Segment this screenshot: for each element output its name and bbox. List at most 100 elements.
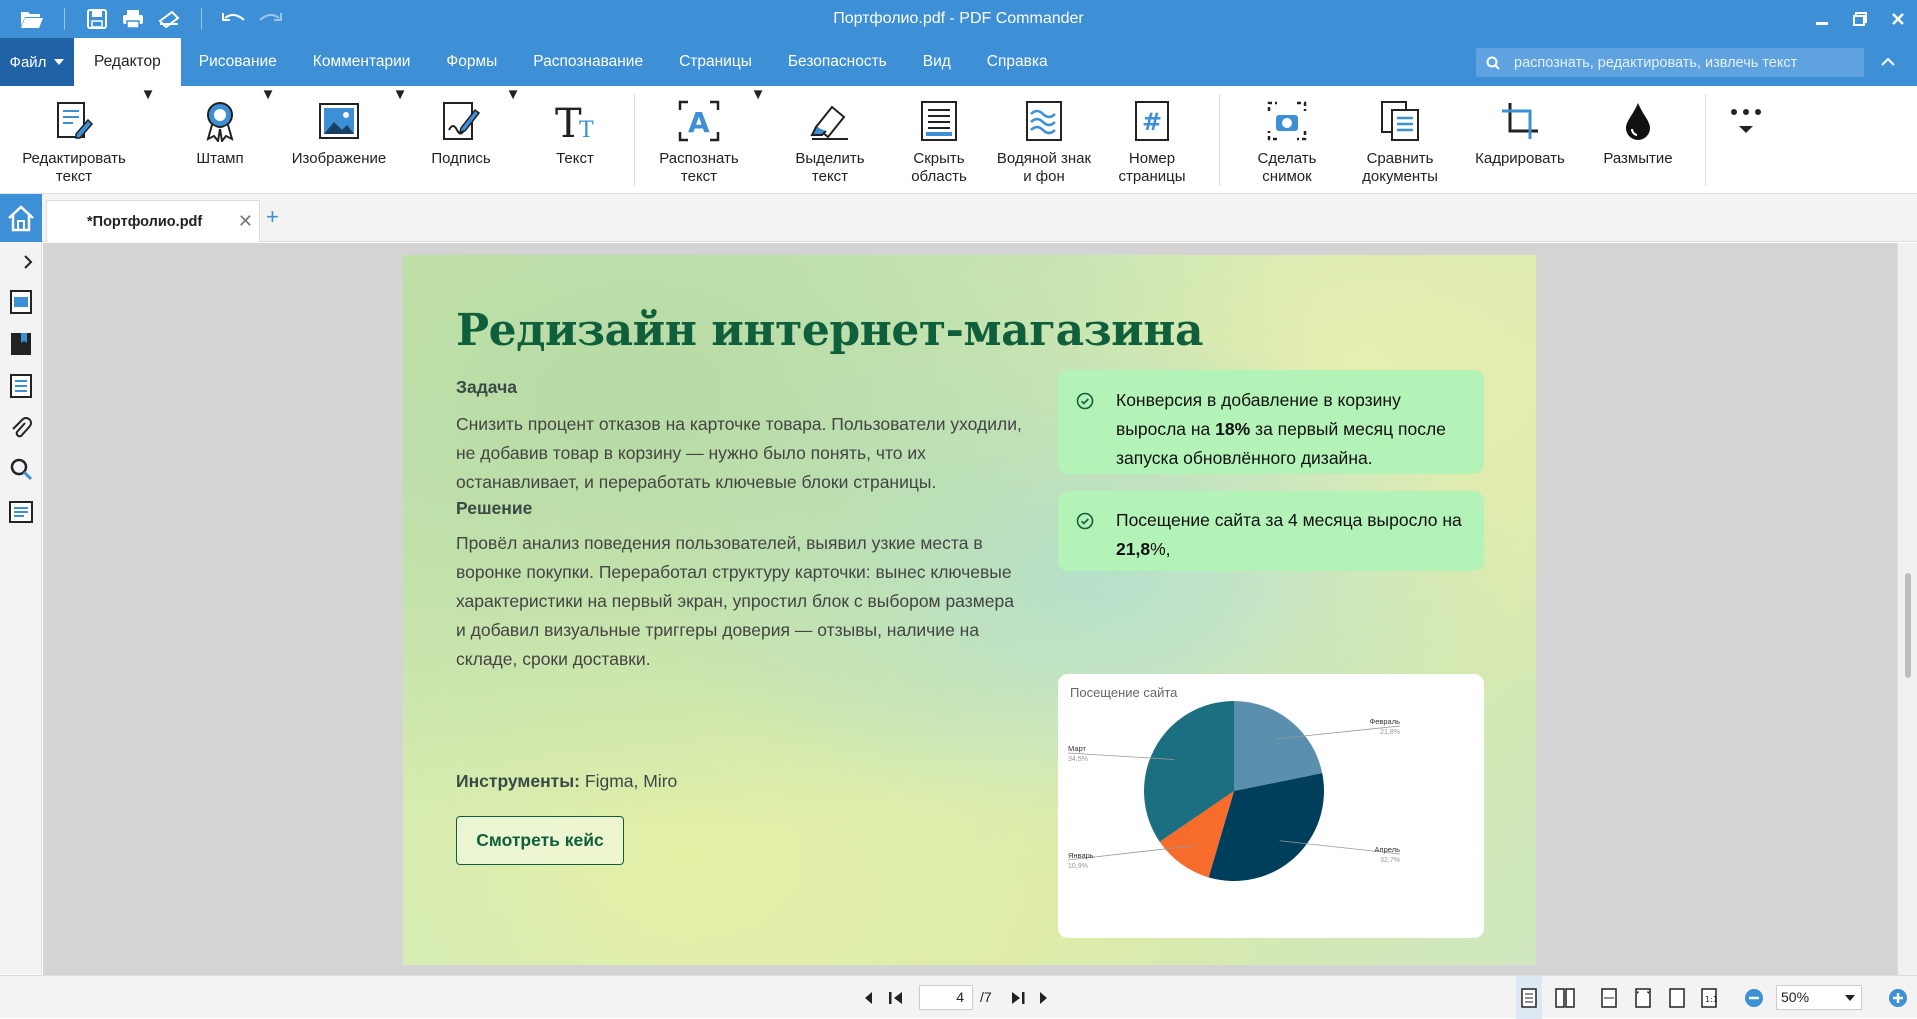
view-case-button[interactable]: Смотреть кейс bbox=[456, 816, 624, 865]
vertical-scrollbar[interactable] bbox=[1897, 243, 1917, 975]
tools-line: Инструменты: Figma, Miro bbox=[456, 771, 677, 792]
menu-tab-0[interactable]: Редактор bbox=[74, 38, 181, 86]
conversion-card-text: Конверсия в добавление в корзину выросла… bbox=[1116, 386, 1466, 473]
camera-icon bbox=[1264, 98, 1310, 144]
bookmark-icon bbox=[11, 333, 31, 355]
image-button[interactable]: Изображение bbox=[286, 86, 392, 194]
stamp-dropdown-icon[interactable]: ▼ bbox=[261, 86, 276, 194]
document-tab-label: *Портфолио.pdf bbox=[87, 213, 203, 230]
zoom-to-one-icon[interactable]: 1:1 bbox=[1696, 976, 1722, 1019]
watermark-icon bbox=[1021, 98, 1067, 144]
edit-text-button[interactable]: Редактировать текст bbox=[14, 86, 134, 194]
more-tools-button[interactable] bbox=[1726, 86, 1766, 194]
restore-icon[interactable] bbox=[1841, 0, 1879, 38]
recognize-text-button[interactable]: A Распознать текст bbox=[648, 86, 750, 194]
menu-tabs: Редактор Рисование Комментарии Формы Распозн… bbox=[74, 38, 1066, 86]
file-menu-button[interactable]: Файл bbox=[0, 38, 74, 86]
fit-page-icon[interactable] bbox=[1630, 976, 1656, 1019]
more-icon bbox=[1723, 98, 1769, 144]
home-button[interactable] bbox=[0, 194, 42, 242]
recognize-dropdown-icon[interactable]: ▼ bbox=[751, 86, 766, 194]
task-text: Снизить процент отказов на карточке това… bbox=[456, 414, 1022, 492]
page-heading: Редизайн интернет-магазина bbox=[456, 305, 1204, 356]
menu-tab-6[interactable]: Безопасность bbox=[770, 38, 905, 86]
add-tab-icon[interactable]: + bbox=[266, 204, 279, 230]
search-box[interactable]: распознать, редактировать, извлечь текст bbox=[1476, 48, 1864, 77]
close-tab-icon[interactable]: ✕ bbox=[238, 211, 253, 232]
menu-tab-1[interactable]: Рисование bbox=[181, 38, 295, 86]
watermark-button[interactable]: Водяной знак и фон bbox=[986, 86, 1102, 194]
task-heading: Задача bbox=[456, 377, 517, 397]
signature-dropdown-icon[interactable]: ▼ bbox=[506, 86, 521, 194]
select-text-label: Выделить текст bbox=[795, 150, 865, 185]
bookmarks-button[interactable] bbox=[0, 324, 42, 364]
document-tab[interactable]: *Портфолио.pdf ✕ bbox=[46, 200, 260, 242]
snapshot-button[interactable]: Сделать снимок bbox=[1240, 86, 1334, 194]
menu-tab-8[interactable]: Справка bbox=[969, 38, 1066, 86]
recognize-text-icon: A bbox=[676, 98, 722, 144]
status-bar: 4 /7 1:1 50% bbox=[0, 975, 1917, 1019]
menu-tab-7[interactable]: Вид bbox=[905, 38, 969, 86]
text-label: Текст bbox=[556, 150, 594, 167]
forms-panel-button[interactable] bbox=[0, 492, 42, 532]
zoom-out-icon[interactable] bbox=[1742, 976, 1766, 1019]
fit-width-icon[interactable] bbox=[1596, 976, 1622, 1019]
visits-card-text: Посещение сайта за 4 месяца выросло на 2… bbox=[1116, 506, 1466, 564]
thumbnails-button[interactable] bbox=[0, 282, 42, 322]
minimize-icon[interactable] bbox=[1803, 0, 1841, 38]
menu-tab-2[interactable]: Комментарии bbox=[295, 38, 429, 86]
image-label: Изображение bbox=[291, 150, 387, 167]
single-page-view-icon[interactable] bbox=[1516, 976, 1542, 1019]
collapse-ribbon-icon[interactable] bbox=[1876, 50, 1900, 74]
drop-icon bbox=[1615, 98, 1661, 144]
stamp-button[interactable]: Штамп bbox=[180, 86, 260, 194]
text-button[interactable]: TT Текст bbox=[540, 86, 610, 194]
edit-text-dropdown-icon[interactable]: ▼ bbox=[141, 86, 156, 194]
magnifier-icon bbox=[10, 458, 33, 481]
scrollbar-thumb[interactable] bbox=[1905, 573, 1911, 678]
page-number-input[interactable]: 4 bbox=[919, 985, 973, 1010]
select-text-button[interactable]: Выделить текст bbox=[784, 86, 876, 194]
actual-size-icon[interactable] bbox=[1664, 976, 1690, 1019]
pie-label-0: Февраль bbox=[1370, 717, 1401, 726]
chevron-down-icon bbox=[1845, 995, 1855, 1001]
blur-label: Размытие bbox=[1603, 150, 1673, 167]
image-dropdown-icon[interactable]: ▼ bbox=[393, 86, 408, 194]
pie-value-0: 21,8% bbox=[1380, 729, 1400, 736]
compare-documents-button[interactable]: Сравнить документы bbox=[1350, 86, 1450, 194]
search-input[interactable]: распознать, редактировать, извлечь текст bbox=[1514, 55, 1797, 71]
signature-icon bbox=[438, 98, 484, 144]
search-icon bbox=[1486, 56, 1500, 70]
svg-text:T: T bbox=[579, 118, 594, 141]
signature-button[interactable]: Подпись bbox=[420, 86, 502, 194]
search-panel-button[interactable] bbox=[0, 450, 42, 490]
page-number-button[interactable]: # Номер страницы bbox=[1110, 86, 1194, 194]
compare-documents-label: Сравнить документы bbox=[1362, 150, 1438, 185]
blur-button[interactable]: Размытие bbox=[1590, 86, 1686, 194]
window-title: Портфолио.pdf - PDF Commander bbox=[833, 10, 1084, 27]
menu-tab-4[interactable]: Распознавание bbox=[515, 38, 661, 86]
expand-panel-button[interactable] bbox=[0, 242, 42, 282]
hide-area-button[interactable]: Скрыть область bbox=[894, 86, 984, 194]
crop-button[interactable]: Кадрировать bbox=[1466, 86, 1574, 194]
attachments-button[interactable] bbox=[0, 408, 42, 448]
zoom-in-icon[interactable] bbox=[1886, 976, 1910, 1019]
pie-label-2: Январь bbox=[1068, 851, 1094, 860]
next-page-icon[interactable] bbox=[1036, 976, 1052, 1019]
two-page-view-icon[interactable] bbox=[1552, 976, 1578, 1019]
first-page-icon[interactable] bbox=[886, 976, 906, 1019]
chevron-down-icon bbox=[54, 59, 65, 65]
zoom-select[interactable]: 50% bbox=[1776, 985, 1862, 1010]
check-circle-icon bbox=[1076, 512, 1094, 530]
menu-tab-3[interactable]: Формы bbox=[428, 38, 515, 86]
last-page-icon[interactable] bbox=[1008, 976, 1028, 1019]
menu-tab-5[interactable]: Страницы bbox=[661, 38, 770, 86]
text-icon: TT bbox=[552, 98, 598, 144]
prev-page-icon[interactable] bbox=[860, 976, 876, 1019]
compare-documents-icon bbox=[1377, 98, 1423, 144]
pie-value-3: 34,5% bbox=[1068, 756, 1088, 763]
close-icon[interactable] bbox=[1879, 0, 1917, 38]
crop-icon bbox=[1497, 98, 1543, 144]
text-layers-button[interactable] bbox=[0, 366, 42, 406]
svg-text:#: # bbox=[1142, 108, 1162, 136]
